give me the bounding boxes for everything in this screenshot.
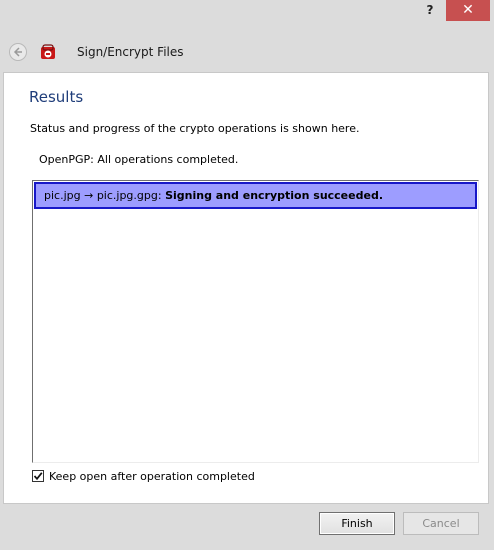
finish-button[interactable]: Finish xyxy=(319,512,395,535)
result-message: Signing and encryption succeeded. xyxy=(165,189,383,202)
close-button[interactable]: ✕ xyxy=(446,0,490,21)
content-panel: Results Status and progress of the crypt… xyxy=(3,72,489,504)
kleopatra-icon xyxy=(40,44,56,60)
wizard-header: Sign/Encrypt Files xyxy=(0,28,494,72)
page-title: Results xyxy=(29,88,84,106)
result-files: pic.jpg → pic.jpg.gpg: xyxy=(44,189,166,202)
checkmark-icon xyxy=(33,472,43,481)
cancel-button[interactable]: Cancel xyxy=(403,512,479,535)
result-row[interactable]: pic.jpg → pic.jpg.gpg: Signing and encry… xyxy=(34,182,477,209)
window-title: Sign/Encrypt Files xyxy=(77,45,184,59)
results-list[interactable]: pic.jpg → pic.jpg.gpg: Signing and encry… xyxy=(32,180,479,463)
arrow-left-circle-icon[interactable] xyxy=(9,43,27,61)
keep-open-checkbox[interactable] xyxy=(32,470,44,482)
keep-open-label: Keep open after operation completed xyxy=(49,470,255,483)
help-button[interactable]: ? xyxy=(417,0,443,21)
page-description: Status and progress of the crypto operat… xyxy=(30,122,360,135)
title-bar: ? ✕ xyxy=(0,0,494,28)
operation-status: OpenPGP: All operations completed. xyxy=(39,153,239,166)
